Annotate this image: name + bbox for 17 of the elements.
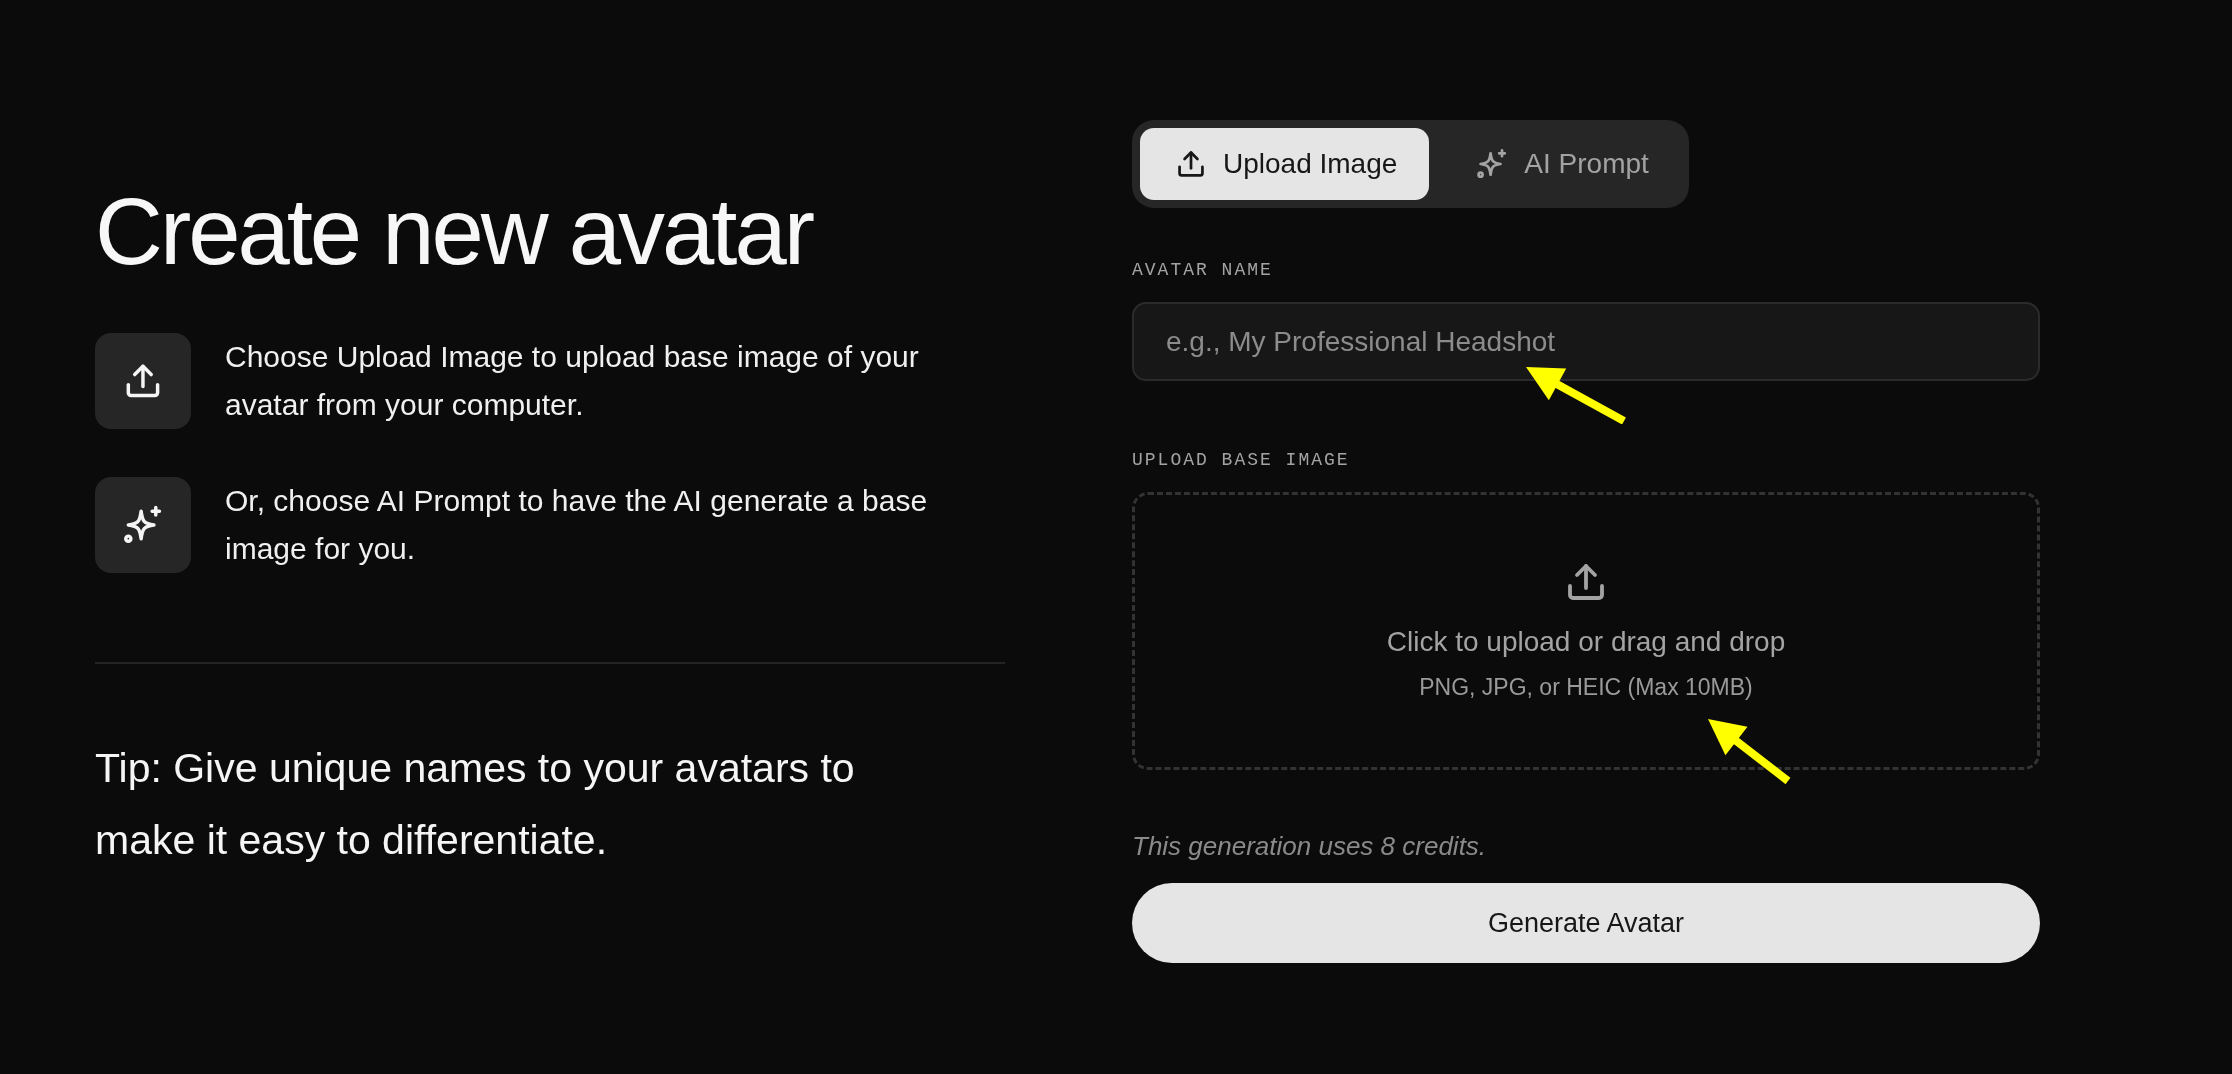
name-input[interactable]: e.g., My Professional Headshot [1132,302,2040,381]
mode-tab[interactable]: AI Prompt [1441,128,1681,200]
upload-hint: PNG, JPG, or HEIC (Max 10MB) [1419,672,1753,702]
tip-text: Tip: Give unique names to your avatars to make it easy to differentiate. [95,744,856,865]
field-label: UPLOAD BASE IMAGE [1132,449,1351,471]
generate-button[interactable]: Generate Avatar [1132,883,2040,963]
sparkle-icon [95,477,191,573]
upload-prompt: Click to upload or drag and drop [1386,624,1786,659]
mode-tab[interactable]: Upload Image [1140,128,1430,200]
instruction-text: Or, choose AI Prompt to have the AI generate a base image for you. [225,483,929,567]
upload-icon [1176,149,1206,179]
credits-note: This generation uses 8 credits. [1132,830,1488,863]
field-label: AVATAR NAME [1132,259,1274,281]
instruction-text: Choose Upload Image to upload base image of your avatar from your computer. [225,339,920,423]
page-heading: Create new avatar [95,180,814,283]
sparkle-icon [1477,149,1508,179]
upload-icon [95,333,191,429]
